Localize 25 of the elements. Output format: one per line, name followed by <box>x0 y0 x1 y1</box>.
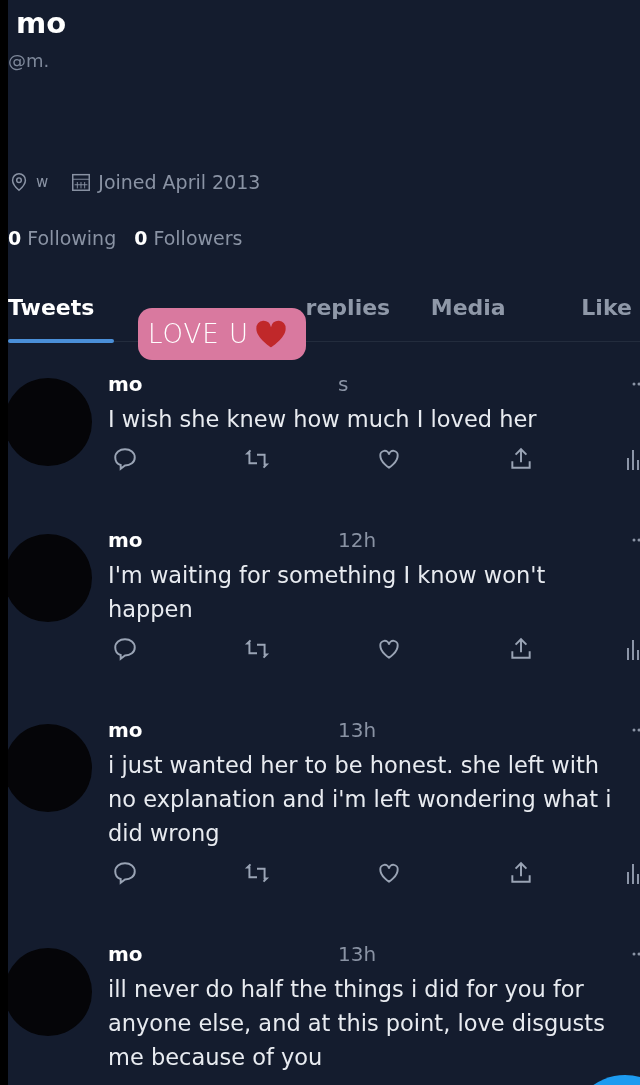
stat-count: 0 <box>8 227 22 249</box>
tweet-time: 12h <box>338 528 377 552</box>
profile-tab[interactable]: Like <box>581 295 640 341</box>
tweet-time: 13h <box>338 718 377 742</box>
profile-name: mo <box>16 6 67 40</box>
tweet-author: mo <box>108 718 144 742</box>
location-text: w <box>36 173 49 191</box>
tweet-author: mo <box>108 528 144 552</box>
profile-tab[interactable]: Media <box>430 295 582 341</box>
tweet-text: i just wanted her to be honest. she left with no explanation and i'm left wondering what i did wrong <box>108 751 613 848</box>
stat-label[interactable]: Following <box>27 227 117 249</box>
profile-handle: @m. <box>8 50 50 71</box>
tweet-author: mo <box>108 372 144 396</box>
tweet-time: s <box>338 372 349 396</box>
profile-tab[interactable]: replies <box>305 295 431 341</box>
tweet-text: I'm waiting for something I know won't happen <box>108 561 547 624</box>
tweet-text: ill never do half the things i did for you for anyone else, and at this point, love disgusts me because of you <box>108 975 606 1072</box>
stat-count: 0 <box>134 227 148 249</box>
stat-label[interactable]: Followers <box>153 227 243 249</box>
joined-date: Joined April 2013 <box>98 171 261 193</box>
sticker-text: LOVE U <box>148 319 250 349</box>
tweet-author: mo <box>108 942 144 966</box>
profile-tab[interactable]: Tweets <box>8 295 114 341</box>
tweet-time: 13h <box>338 942 377 966</box>
tweet-text: I wish she knew how much I loved her <box>108 405 538 434</box>
